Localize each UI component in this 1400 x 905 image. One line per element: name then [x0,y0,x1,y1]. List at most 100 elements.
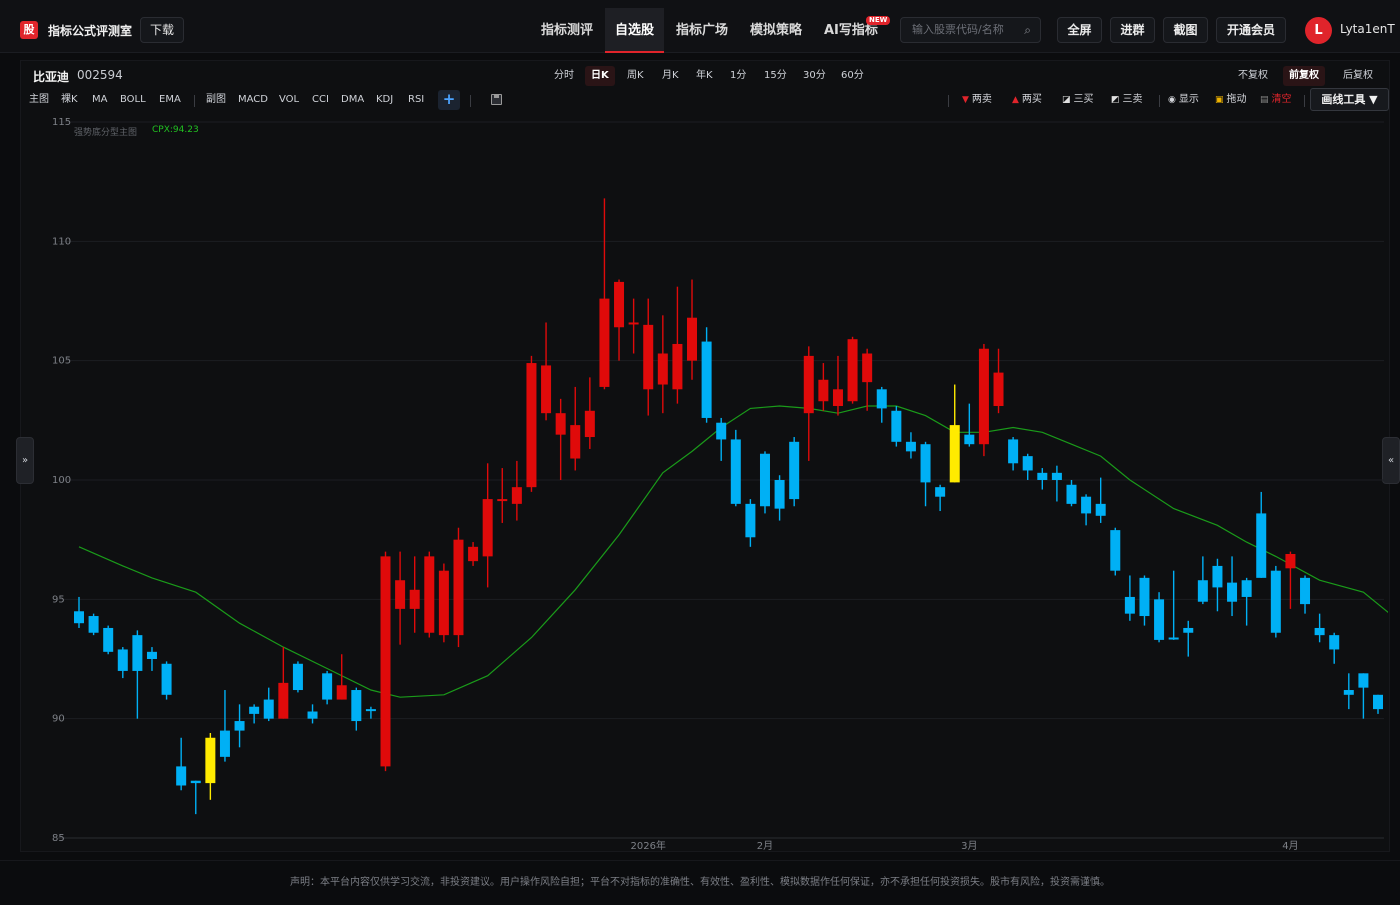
candle-body [1051,472,1062,480]
user-avatar[interactable]: L [1305,17,1332,44]
period-1min[interactable]: 1分 [724,66,752,86]
show-toggle[interactable]: ◉ 显示 [1168,93,1199,107]
candle-body [453,539,464,636]
divider [470,95,471,107]
candle-body [803,355,814,414]
username[interactable]: Lyta1enT [1340,22,1395,36]
candle-body [993,372,1004,407]
mark-three-buy-button[interactable]: ◪ 三买 [1062,93,1094,107]
x-tick-label: 2026年 [630,839,665,850]
candle-body [132,635,143,671]
candle-body [759,453,770,507]
stock-search-input[interactable]: 输入股票代码/名称 ⌕ [900,17,1041,43]
new-badge: NEW [866,16,891,25]
candle-body [876,389,887,409]
candle-body [862,353,873,383]
candle-body [614,281,625,328]
candle-body [730,439,741,504]
adjust-forward[interactable]: 前复权 [1283,66,1325,86]
candle-body [322,673,333,700]
candle-body [789,441,800,500]
candle-body [263,699,274,719]
candle-body [657,353,668,385]
mark-two-sell-button[interactable]: ▼ 两卖 [962,93,992,107]
y-tick-label: 100 [52,475,71,486]
indicator-rsi[interactable]: RSI [408,93,424,107]
y-tick-label: 90 [52,714,65,725]
candle-body [336,685,347,700]
candle-body [949,425,960,483]
nav-ai-write-indicator[interactable]: AI写指标 [824,8,878,53]
candle-body [380,556,391,767]
screenshot-button[interactable]: 截图 [1163,17,1208,43]
indicator-boll[interactable]: BOLL [120,93,146,107]
membership-button[interactable]: 开通会员 [1216,17,1286,43]
candle-body [395,580,406,609]
indicator-naked-k[interactable]: 裸K [61,93,78,107]
adjust-none[interactable]: 不复权 [1232,66,1274,86]
nav-indicator-square[interactable]: 指标广场 [676,8,728,53]
indicator-cci[interactable]: CCI [312,93,329,107]
indicator-ema[interactable]: EMA [159,93,181,107]
nav-watchlist[interactable]: 自选股 [605,8,664,53]
candle-body [146,651,157,659]
adjust-backward[interactable]: 后复权 [1337,66,1379,86]
period-daily[interactable]: 日K [585,66,615,86]
period-15min[interactable]: 15分 [758,66,793,86]
nav-simulated-strategy[interactable]: 模拟策略 [750,8,802,53]
clear-label: 清空 [1271,94,1292,105]
candle-body [103,627,114,652]
period-intraday[interactable]: 分时 [548,66,580,86]
divider [948,95,949,107]
download-button[interactable]: 下载 [140,17,184,43]
period-30min[interactable]: 30分 [797,66,832,86]
candle-body [1037,472,1048,480]
candle-body [161,663,172,695]
app-title[interactable]: 指标公式评测室 [48,22,132,39]
indicator-macd[interactable]: MACD [238,93,268,107]
candle-body [278,682,289,719]
divider [1159,95,1160,107]
candle-body [978,348,989,445]
candle-body [1212,565,1223,588]
candle-body [964,434,975,445]
add-indicator-button[interactable]: + [438,90,460,110]
indicator-dma[interactable]: DMA [341,93,364,107]
period-monthly[interactable]: 月K [656,66,685,86]
candle-body [847,339,858,402]
period-60min[interactable]: 60分 [835,66,870,86]
join-group-button[interactable]: 进群 [1110,17,1155,43]
fullscreen-button[interactable]: 全屏 [1057,17,1102,43]
indicator-kdj[interactable]: KDJ [376,93,393,107]
period-yearly[interactable]: 年K [690,66,719,86]
mark-three-sell-button[interactable]: ◩ 三卖 [1111,93,1143,107]
indicator-vol[interactable]: VOL [279,93,299,107]
trend-chart-icon: ◩ [1111,95,1120,105]
nav-indicator-review[interactable]: 指标测评 [541,8,593,53]
drawing-tools-dropdown[interactable]: 画线工具 ▼ [1310,88,1389,111]
candle-body [1285,553,1296,569]
trash-icon: ▤ [1260,95,1269,105]
candle-body [117,649,128,671]
search-icon[interactable]: ⌕ [1024,18,1031,42]
candle-body [249,706,260,714]
sub-chart-label: 副图 [206,94,226,105]
period-weekly[interactable]: 周K [621,66,650,86]
y-tick-label: 85 [52,833,65,844]
candlestick-chart[interactable]: 85 90 95 100 105 110 115 2026年 2月 3月 4月 [22,112,1388,850]
stock-name: 比亚迪 [33,70,70,84]
candle-body [1110,530,1121,571]
candle-body [307,711,318,719]
save-icon[interactable] [491,94,502,105]
drag-toggle[interactable]: ▣ 拖动 [1215,93,1247,107]
indicator-ma[interactable]: MA [92,93,107,107]
divider [1304,95,1305,107]
candle-body [1154,599,1165,640]
mark-three-buy-label: 三买 [1073,94,1094,105]
candle-body [497,499,508,502]
drag-label: 拖动 [1226,94,1247,105]
clear-button[interactable]: ▤ 清空 [1260,93,1292,107]
mark-two-buy-button[interactable]: ▲ 两买 [1012,93,1042,107]
top-navbar: 股 指标公式评测室 下载 指标测评 自选股 指标广场 模拟策略 AI写指标 NE… [0,0,1400,53]
candle-body [687,317,698,361]
